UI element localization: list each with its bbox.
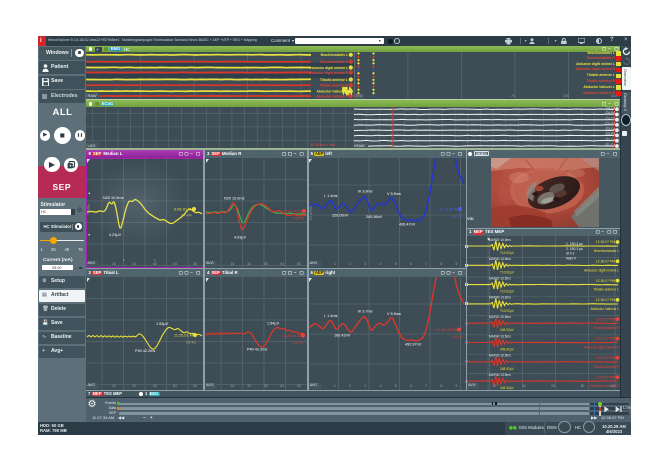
svg-text:Tibialis anterior L: Tibialis anterior L bbox=[593, 288, 619, 292]
svg-text:Abductor digiti minimi L: Abductor digiti minimi L bbox=[583, 268, 618, 272]
svg-text:Abductor hallucis L: Abductor hallucis L bbox=[590, 307, 619, 311]
svg-text:226.05nV: 226.05nV bbox=[332, 213, 349, 217]
svg-text:Cz'-Fz: Cz'-Fz bbox=[186, 340, 196, 344]
svg-text:Tibialis anterior L: Tibialis anterior L bbox=[320, 78, 348, 82]
svg-text:dt 0 s: dt 0 s bbox=[566, 252, 575, 256]
svg-text:248.92µV: 248.92µV bbox=[500, 348, 515, 352]
svg-text:12.35.07 PM: 12.35.07 PM bbox=[595, 317, 614, 321]
svg-text:T10.92µV: T10.92µV bbox=[500, 251, 515, 255]
svg-text:Tibialis anterior R: Tibialis anterior R bbox=[592, 365, 619, 369]
svg-text:1.53µV: 1.53µV bbox=[156, 322, 169, 326]
svg-text:12.35.07 PM: 12.35.07 PM bbox=[595, 375, 614, 379]
svg-text:‹ 11.43.45.AM: ‹ 11.43.45.AM bbox=[434, 328, 458, 332]
svg-text:T10.92µV: T10.92µV bbox=[500, 309, 515, 313]
svg-text:11.43.45 AM: 11.43.45 AM bbox=[283, 209, 304, 213]
svg-text:A1-Cz: A1-Cz bbox=[452, 215, 462, 219]
svg-text:N20 10.6ms: N20 10.6ms bbox=[224, 196, 245, 200]
svg-text:I. 1.4ms: I. 1.4ms bbox=[324, 194, 338, 198]
svg-text:MAP40 13.5ms: MAP40 13.5ms bbox=[489, 257, 511, 261]
svg-text:T10.92µV: T10.92µV bbox=[500, 270, 515, 274]
svg-text:436.47nV: 436.47nV bbox=[399, 222, 416, 226]
svg-text:MAP40 13.5ms: MAP40 13.5ms bbox=[489, 334, 511, 338]
svg-text:MAP40 13.5ms: MAP40 13.5ms bbox=[489, 373, 511, 377]
svg-text:III 3.9ms: III 3.9ms bbox=[358, 189, 373, 193]
svg-text:12.35.07 PM: 12.35.07 PM bbox=[595, 356, 614, 360]
svg-text:Abductor digiti minimi R: Abductor digiti minimi R bbox=[309, 71, 349, 75]
svg-text:12.35.07 PM: 12.35.07 PM bbox=[595, 240, 614, 244]
svg-text:12.35.07 PM: 12.35.07 PM bbox=[595, 260, 614, 264]
svg-text:Brachioradialis R: Brachioradialis R bbox=[593, 326, 619, 330]
svg-text:I. 1.4ms: I. 1.4ms bbox=[324, 314, 338, 318]
svg-text:III 3.7ms: III 3.7ms bbox=[358, 309, 373, 313]
svg-text:Brachioradialis L: Brachioradialis L bbox=[593, 249, 618, 253]
svg-text:V 5.5ms: V 5.5ms bbox=[387, 312, 401, 316]
svg-text:11.25.51 AM: 11.25.51 AM bbox=[174, 333, 195, 337]
svg-text:Cz'-Fz: Cz'-Fz bbox=[293, 341, 303, 345]
svg-text:P40 42.2ms: P40 42.2ms bbox=[135, 349, 155, 353]
svg-text:V 5.5ms: V 5.5ms bbox=[387, 192, 401, 196]
svg-text:0.2 µV/Div: 0.2 µV/Div bbox=[309, 205, 313, 219]
svg-text:248.92µV: 248.92µV bbox=[500, 328, 515, 332]
svg-text:1. 150.3 µs: 1. 150.3 µs bbox=[566, 242, 583, 246]
svg-text:492.97nV: 492.97nV bbox=[405, 342, 422, 346]
svg-text:4.03µV: 4.03µV bbox=[234, 235, 247, 239]
svg-text:▼: ▼ bbox=[486, 237, 490, 242]
svg-text:NaN V: NaN V bbox=[566, 256, 577, 260]
svg-text:240.36nV: 240.36nV bbox=[366, 215, 383, 219]
svg-text:248.92µV: 248.92µV bbox=[500, 367, 515, 371]
svg-text:MAP20 10.5ms: MAP20 10.5ms bbox=[489, 276, 511, 280]
svg-text:Brachioradialis L: Brachioradialis L bbox=[321, 53, 348, 57]
svg-text:MAP20 10.5ms: MAP20 10.5ms bbox=[489, 238, 511, 242]
svg-text:MAP40 13.5ms: MAP40 13.5ms bbox=[489, 296, 511, 300]
svg-text:2. 150.3 µs: 2. 150.3 µs bbox=[566, 247, 583, 251]
svg-text:11.25.51 AM: 11.25.51 AM bbox=[282, 334, 303, 338]
svg-text:P40 42.2ms: P40 42.2ms bbox=[247, 347, 267, 351]
svg-text:MAP20 10.5ms: MAP20 10.5ms bbox=[489, 315, 511, 319]
svg-text:T10.92µV: T10.92µV bbox=[500, 290, 515, 294]
svg-text:A2-Cz: A2-Cz bbox=[453, 335, 463, 339]
svg-text:12.35.07 PM: 12.35.07 PM bbox=[595, 298, 614, 302]
svg-text:11.43.45 AM: 11.43.45 AM bbox=[439, 207, 460, 211]
svg-text:12.35.07 PM: 12.35.07 PM bbox=[595, 279, 614, 283]
svg-text:MAP20 10.5ms: MAP20 10.5ms bbox=[489, 354, 511, 358]
svg-text:1.54µV: 1.54µV bbox=[267, 321, 280, 325]
svg-text:Brachioradialis R: Brachioradialis R bbox=[320, 60, 348, 64]
svg-text:C3'-P3: C3'-P3 bbox=[293, 216, 304, 220]
svg-text:Abductor digiti minimi R: Abductor digiti minimi R bbox=[583, 346, 619, 350]
svg-text:166.42nV: 166.42nV bbox=[334, 333, 351, 337]
svg-text:Abductor digiti minimi L: Abductor digiti minimi L bbox=[309, 66, 348, 70]
svg-text:12.35.07 PM: 12.35.07 PM bbox=[595, 337, 614, 341]
